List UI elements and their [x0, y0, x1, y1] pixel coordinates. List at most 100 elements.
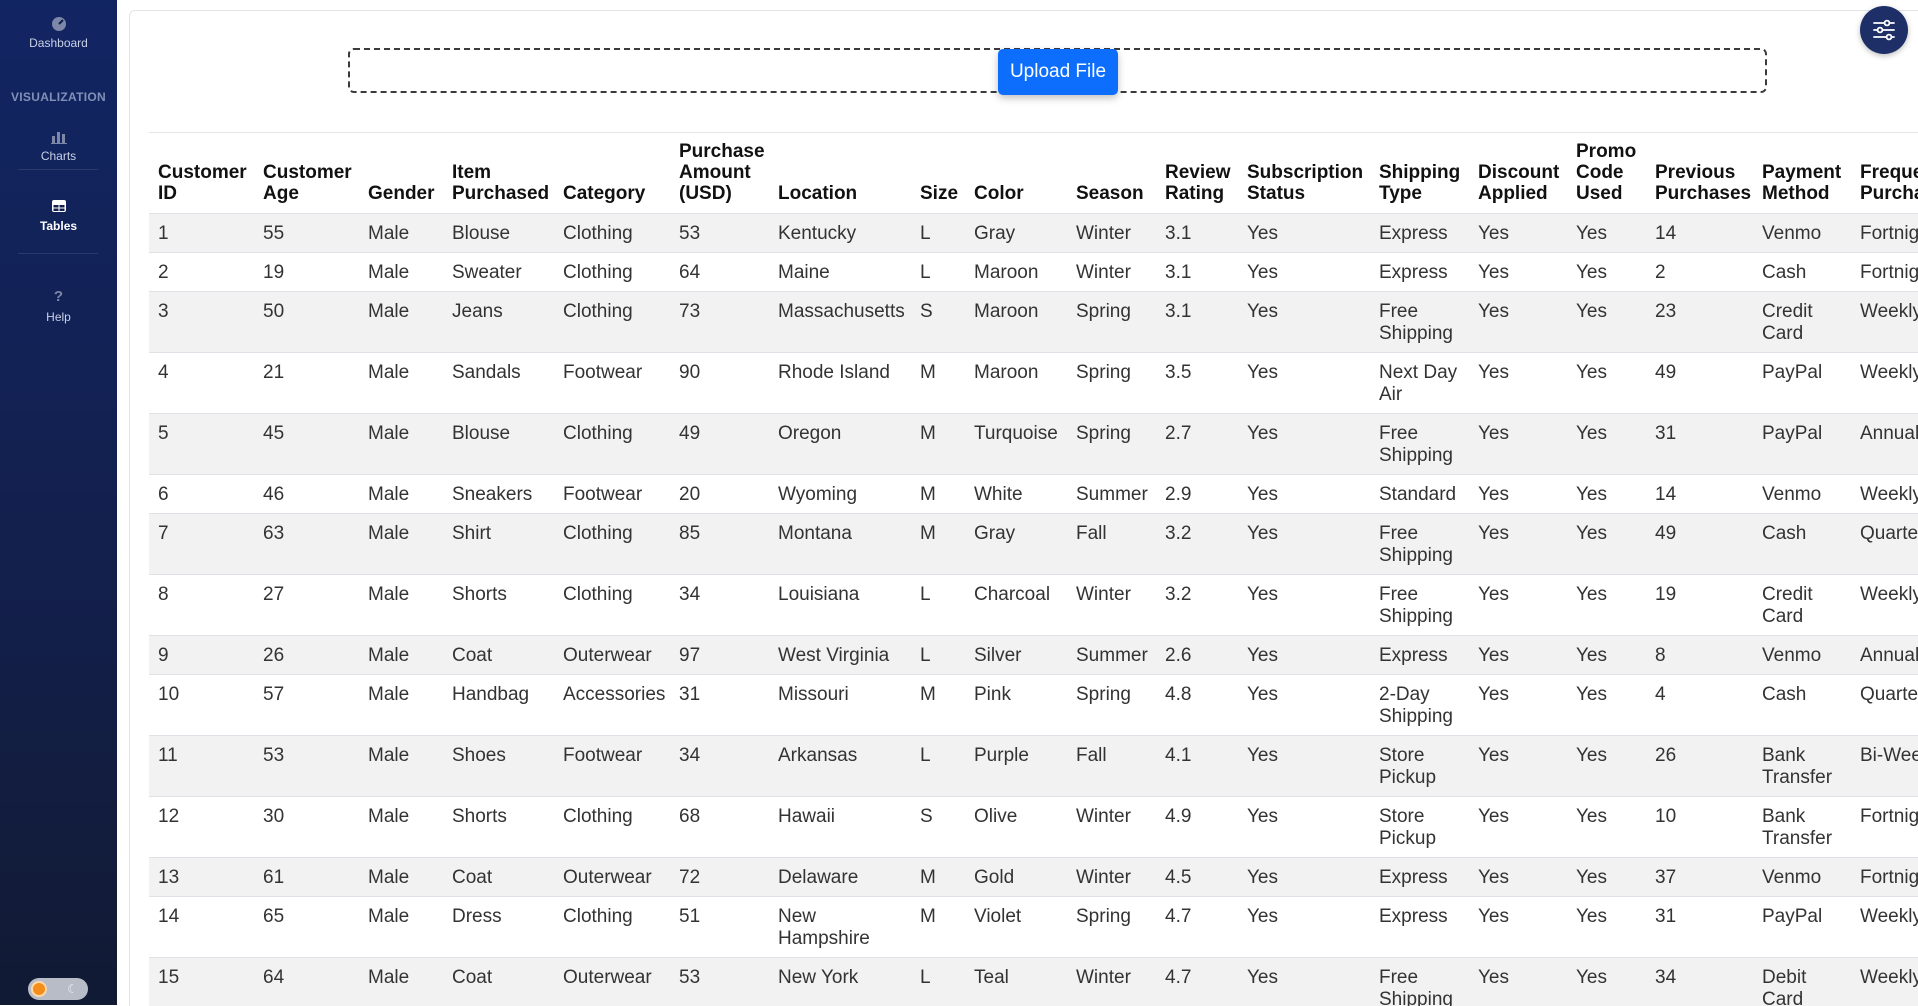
- column-header[interactable]: Customer ID: [149, 131, 254, 214]
- bar-chart-icon: [50, 127, 68, 145]
- table-cell: Yes: [1238, 575, 1370, 636]
- table-cell: S: [911, 292, 965, 353]
- column-header[interactable]: Promo Code Used: [1567, 131, 1646, 214]
- table-cell: 34: [670, 575, 769, 636]
- column-header[interactable]: Shipping Type: [1370, 131, 1469, 214]
- table-cell: Maroon: [965, 253, 1067, 292]
- column-header[interactable]: Review Rating: [1156, 131, 1238, 214]
- table-row[interactable]: 1361MaleCoatOuterwear72DelawareMGoldWint…: [149, 858, 1918, 897]
- table-row[interactable]: 763MaleShirtClothing85MontanaMGrayFall3.…: [149, 514, 1918, 575]
- table-cell: Venmo: [1753, 636, 1851, 675]
- table-row[interactable]: 421MaleSandalsFootwear90Rhode IslandMMar…: [149, 353, 1918, 414]
- table-cell: Gold: [965, 858, 1067, 897]
- table-cell: M: [911, 414, 965, 475]
- data-table-container[interactable]: Customer IDCustomer AgeGenderItem Purcha…: [149, 131, 1918, 1006]
- table-cell: Male: [359, 736, 443, 797]
- column-header[interactable]: Item Purchased: [443, 131, 554, 214]
- table-row[interactable]: 545MaleBlouseClothing49OregonMTurquoiseS…: [149, 414, 1918, 475]
- table-cell: Sneakers: [443, 475, 554, 514]
- table-cell: Yes: [1567, 253, 1646, 292]
- table-cell: L: [911, 214, 965, 253]
- table-cell: Rhode Island: [769, 353, 911, 414]
- table-cell: Sweater: [443, 253, 554, 292]
- table-row[interactable]: 1465MaleDressClothing51New HampshireMVio…: [149, 897, 1918, 958]
- table-row[interactable]: 219MaleSweaterClothing64MaineLMaroonWint…: [149, 253, 1918, 292]
- table-cell: Male: [359, 636, 443, 675]
- table-cell: M: [911, 475, 965, 514]
- table-cell: Yes: [1238, 414, 1370, 475]
- table-cell: New York: [769, 958, 911, 1006]
- table-cell: Quarterly: [1851, 514, 1918, 575]
- table-cell: Yes: [1469, 214, 1567, 253]
- table-cell: Yes: [1567, 514, 1646, 575]
- table-cell: Annually: [1851, 414, 1918, 475]
- table-row[interactable]: 1153MaleShoesFootwear34ArkansasLPurpleFa…: [149, 736, 1918, 797]
- table-row[interactable]: 827MaleShortsClothing34LouisianaLCharcoa…: [149, 575, 1918, 636]
- nav-charts[interactable]: Charts: [0, 127, 117, 163]
- column-header[interactable]: Location: [769, 131, 911, 214]
- table-cell: 3: [149, 292, 254, 353]
- table-row[interactable]: 646MaleSneakersFootwear20WyomingMWhiteSu…: [149, 475, 1918, 514]
- table-cell: Coat: [443, 858, 554, 897]
- column-header[interactable]: Purchase Amount (USD): [670, 131, 769, 214]
- column-header[interactable]: Gender: [359, 131, 443, 214]
- table-cell: 97: [670, 636, 769, 675]
- table-cell: Footwear: [554, 475, 670, 514]
- column-header[interactable]: Category: [554, 131, 670, 214]
- table-row[interactable]: 1057MaleHandbagAccessories31MissouriMPin…: [149, 675, 1918, 736]
- column-header[interactable]: Customer Age: [254, 131, 359, 214]
- settings-button[interactable]: [1860, 6, 1908, 54]
- table-cell: Venmo: [1753, 475, 1851, 514]
- theme-toggle[interactable]: ☾: [28, 978, 88, 1000]
- table-cell: Gray: [965, 214, 1067, 253]
- table-row[interactable]: 926MaleCoatOuterwear97West VirginiaLSilv…: [149, 636, 1918, 675]
- table-row[interactable]: 155MaleBlouseClothing53KentuckyLGrayWint…: [149, 214, 1918, 253]
- column-header[interactable]: Size: [911, 131, 965, 214]
- sun-icon: [31, 981, 47, 997]
- table-cell: Yes: [1469, 292, 1567, 353]
- upload-file-button[interactable]: Upload File: [998, 49, 1118, 95]
- table-row[interactable]: 350MaleJeansClothing73MassachusettsSMaro…: [149, 292, 1918, 353]
- table-cell: Clothing: [554, 253, 670, 292]
- column-header[interactable]: Color: [965, 131, 1067, 214]
- column-header[interactable]: Season: [1067, 131, 1156, 214]
- table-cell: PayPal: [1753, 897, 1851, 958]
- table-cell: 31: [1646, 897, 1753, 958]
- table-cell: 2.7: [1156, 414, 1238, 475]
- table-cell: Yes: [1567, 958, 1646, 1006]
- table-cell: 4: [1646, 675, 1753, 736]
- table-cell: Footwear: [554, 736, 670, 797]
- table-cell: Yes: [1469, 858, 1567, 897]
- table-cell: Male: [359, 475, 443, 514]
- nav-help[interactable]: ? Help: [0, 288, 117, 324]
- table-cell: Charcoal: [965, 575, 1067, 636]
- column-header[interactable]: Payment Method: [1753, 131, 1851, 214]
- table-icon: [50, 197, 68, 215]
- nav-dashboard[interactable]: Dashboard: [0, 14, 117, 50]
- table-cell: Quarterly: [1851, 675, 1918, 736]
- table-cell: Yes: [1238, 475, 1370, 514]
- table-cell: Male: [359, 958, 443, 1006]
- column-header[interactable]: Discount Applied: [1469, 131, 1567, 214]
- table-cell: 34: [670, 736, 769, 797]
- column-header[interactable]: Previous Purchases: [1646, 131, 1753, 214]
- table-cell: Gray: [965, 514, 1067, 575]
- nav-charts-label: Charts: [41, 149, 76, 163]
- table-cell: Sandals: [443, 353, 554, 414]
- table-cell: 68: [670, 797, 769, 858]
- column-header[interactable]: Frequency of Purchases: [1851, 131, 1918, 214]
- table-cell: Yes: [1567, 414, 1646, 475]
- nav-tables[interactable]: Tables: [0, 197, 117, 233]
- table-cell: Male: [359, 797, 443, 858]
- table-cell: Yes: [1567, 858, 1646, 897]
- table-cell: 64: [254, 958, 359, 1006]
- table-cell: 65: [254, 897, 359, 958]
- table-cell: Weekly: [1851, 292, 1918, 353]
- table-row[interactable]: 1230MaleShortsClothing68HawaiiSOliveWint…: [149, 797, 1918, 858]
- table-cell: Spring: [1067, 675, 1156, 736]
- table-cell: Accessories: [554, 675, 670, 736]
- table-row[interactable]: 1564MaleCoatOuterwear53New YorkLTealWint…: [149, 958, 1918, 1006]
- table-cell: Winter: [1067, 575, 1156, 636]
- table-cell: Hawaii: [769, 797, 911, 858]
- column-header[interactable]: Subscription Status: [1238, 131, 1370, 214]
